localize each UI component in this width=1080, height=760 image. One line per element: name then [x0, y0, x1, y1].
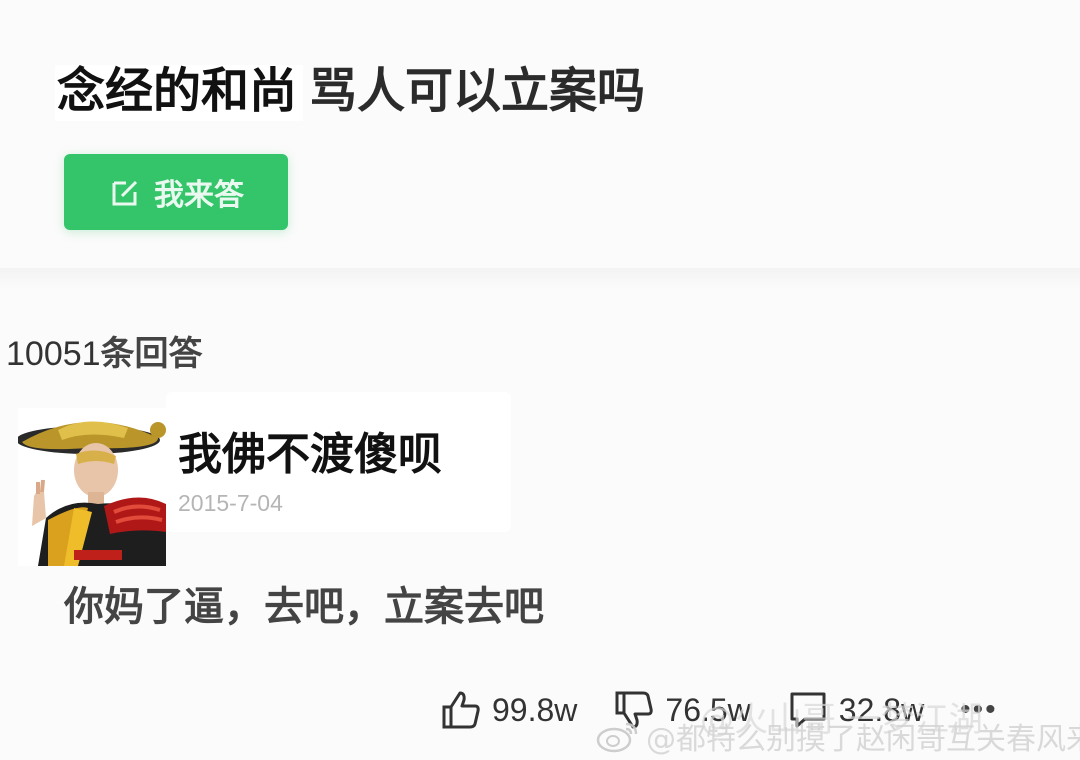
thumbs-up-icon: [442, 691, 480, 729]
question-title-rest: 骂人可以立案吗: [309, 63, 646, 119]
question-title: 念经的和尚 骂人可以立案吗: [55, 58, 645, 128]
like-button[interactable]: 99.8w: [440, 689, 577, 731]
question-title-highlight: 念经的和尚: [55, 65, 304, 121]
username[interactable]: 我佛不渡傻呗: [178, 418, 442, 482]
answer-text: 你妈了逼，去吧，立案去吧: [64, 584, 544, 630]
watermark: @都特么别摸了赵闲哥互关春风来: [596, 714, 1080, 758]
section-divider: [0, 268, 1080, 290]
answer-count: 10051 条回答: [6, 326, 203, 375]
watermark-line2: @都特么别摸了赵闲哥互关春风来: [646, 722, 1080, 757]
post-date: 2015-7-04: [178, 490, 283, 516]
answer-button-label: 我来答: [154, 178, 244, 213]
avatar[interactable]: [18, 408, 166, 566]
answer-button[interactable]: 我来答: [64, 154, 288, 230]
answer-count-label: 条回答: [100, 334, 203, 374]
edit-icon: [108, 175, 142, 209]
answer-count-number: 10051: [6, 335, 101, 373]
weibo-icon: [596, 722, 638, 753]
like-count: 99.8w: [492, 691, 578, 728]
